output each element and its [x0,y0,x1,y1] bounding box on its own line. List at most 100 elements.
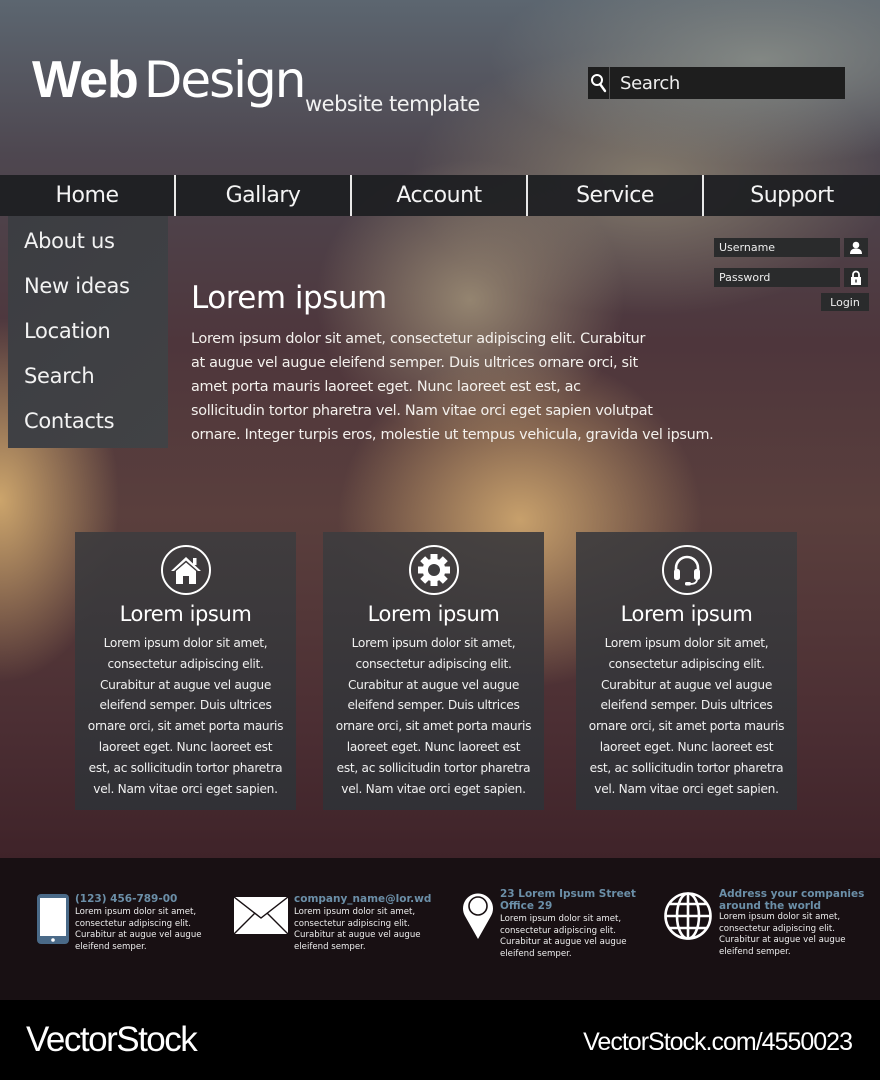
gear-icon [417,554,450,586]
side-menu-item-search[interactable]: Search [8,361,168,406]
card-body-line: laoreet eget. Nunc laoreet est [98,739,273,754]
card-body-line: ornare orci, sit amet porta mauris [335,719,532,734]
footer: (123) 456-789-00 Lorem ipsum dolor sit a… [0,858,880,1000]
footer-text-line: eleifend semper. [719,946,791,957]
card-body-line: est, ac sollicitudin tortor pharetra [336,760,531,775]
side-menu-item-new-ideas[interactable]: New ideas [8,271,168,316]
card-body-line: laoreet eget. Nunc laoreet est [599,739,774,754]
footer-text-line: Lorem ipsum dolor sit amet, [719,912,841,922]
main-body-line: at augue vel augue eleifend semper. Duis… [191,355,638,371]
watermark-brand: VectorStock [26,1020,198,1059]
footer-text-line: consectetur adipiscing elit. [294,918,410,929]
nav-item-service[interactable]: Service [528,175,704,216]
footer-contact-phone: (123) 456-789-00 Lorem ipsum dolor sit a… [75,893,202,953]
footer-text-line: eleifend semper. [500,948,572,959]
headset-icon [673,555,700,586]
card-icon-button[interactable] [661,545,712,595]
logo-light-text: Design [143,51,307,109]
feature-card: Lorem ipsum Lorem ipsum dolor sit amet, … [323,532,544,810]
card-body-line: Curabitur at augue vel augue [600,677,773,692]
card-body-line: Lorem ipsum dolor sit amet, [604,636,769,650]
card-title: Lorem ipsum [620,602,753,626]
main-body-line: sollicitudin tortor pharetra vel. Nam vi… [191,403,653,419]
card-body-line: vel. Nam vitae orci eget sapien. [341,781,526,796]
nav-item-gallary[interactable]: Gallary [176,175,352,216]
logo[interactable]: Web Design [32,50,307,110]
globe-icon [664,892,712,940]
main-nav: Home Gallary Account Service Support [0,175,880,216]
feature-card: Lorem ipsum Lorem ipsum dolor sit amet, … [576,532,797,810]
card-body-line: eleifend semper. Duis ultrices [600,698,773,713]
footer-address-line: 23 Lorem Ipsum Street [500,888,636,900]
feature-card: Lorem ipsum Lorem ipsum dolor sit amet, … [75,532,296,810]
footer-item-text: Lorem ipsum dolor sit amet, consectetur … [294,907,431,953]
card-body-line: eleifend semper. Duis ultrices [347,698,520,713]
card-body-line: Lorem ipsum dolor sit amet, [103,636,268,650]
card-title: Lorem ipsum [367,602,500,626]
footer-text-line: Curabitur at augue vel augue [294,930,421,940]
home-icon [170,557,201,584]
side-menu-item-about-us[interactable]: About us [8,226,168,271]
footer-contact-global: Address your companies around the world … [719,888,864,958]
card-body-line: Curabitur at augue vel augue [99,677,272,692]
card-body-line: consectetur adipiscing elit. [107,656,264,671]
main-body-line: Lorem ipsum dolor sit amet, consectetur … [191,331,646,347]
login-form: Login [714,238,870,311]
card-body-line: consectetur adipiscing elit. [355,656,512,671]
card-body-line: Curabitur at augue vel augue [347,677,520,692]
logo-subtitle: website template [305,92,480,116]
card-icon-button[interactable] [160,545,211,595]
footer-text-line: Curabitur at augue vel augue [719,935,846,945]
nav-item-support[interactable]: Support [704,175,880,216]
card-body-line: Lorem ipsum dolor sit amet, [351,636,516,650]
footer-text-line: consectetur adipiscing elit. [500,925,616,936]
footer-address-line: Office 29 [500,900,553,912]
nav-item-account[interactable]: Account [352,175,528,216]
nav-item-home[interactable]: Home [0,175,176,216]
footer-item-text: Lorem ipsum dolor sit amet, consectetur … [75,907,202,953]
card-icon-button[interactable] [408,545,459,595]
footer-global-title: Address your companies [719,888,865,900]
lock-icon [844,268,868,287]
side-menu-item-contacts[interactable]: Contacts [8,406,168,451]
username-field[interactable] [714,238,840,257]
footer-text-line: consectetur adipiscing elit. [719,923,835,934]
user-icon [844,238,868,257]
card-body: Lorem ipsum dolor sit amet, consectetur … [75,633,296,799]
footer-phone-number[interactable]: (123) 456-789-00 [75,893,202,905]
logo-bold-text: Web [32,51,139,109]
card-body-line: consectetur adipiscing elit. [608,656,765,671]
card-body-line: laoreet eget. Nunc laoreet est [346,739,521,754]
footer-item-text: Lorem ipsum dolor sit amet, consectetur … [500,914,636,960]
footer-text-line: Lorem ipsum dolor sit amet, [75,907,197,917]
main-body-line: ornare. Integer turpis eros, molestie ut… [191,427,714,443]
footer-contact-address: 23 Lorem Ipsum Street Office 29 Lorem ip… [500,888,636,960]
password-field[interactable] [714,268,840,287]
watermark-url: VectorStock.com/4550023 [583,1028,853,1056]
card-body-line: vel. Nam vitae orci eget sapien. [93,781,278,796]
card-body-line: ornare orci, sit amet porta mauris [588,719,785,734]
login-button[interactable]: Login [821,293,869,311]
card-title: Lorem ipsum [119,602,252,626]
card-body: Lorem ipsum dolor sit amet, consectetur … [576,633,797,799]
search-box [588,67,845,99]
side-menu-item-location[interactable]: Location [8,316,168,361]
footer-text-line: consectetur adipiscing elit. [75,918,191,929]
footer-item-text: Lorem ipsum dolor sit amet, consectetur … [719,912,864,958]
card-body-line: est, ac sollicitudin tortor pharetra [88,760,283,775]
card-body-line: est, ac sollicitudin tortor pharetra [589,760,784,775]
card-body-line: vel. Nam vitae orci eget sapien. [594,781,779,796]
phone-icon [37,894,69,944]
footer-email[interactable]: company_name@lor.wd [294,893,431,905]
envelope-icon [234,897,288,934]
footer-contact-email: company_name@lor.wd Lorem ipsum dolor si… [294,893,431,953]
side-menu: About us New ideas Location Search Conta… [8,216,168,448]
search-input[interactable] [610,67,845,99]
search-button[interactable] [588,67,610,99]
main-title: Lorem ipsum [191,280,387,316]
footer-text-line: Curabitur at augue vel augue [500,937,627,947]
card-body-line: eleifend semper. Duis ultrices [99,698,272,713]
search-icon [590,74,606,93]
footer-global-title: around the world [719,900,822,912]
main-body-line: amet porta mauris laoreet eget. Nunc lao… [191,379,581,395]
